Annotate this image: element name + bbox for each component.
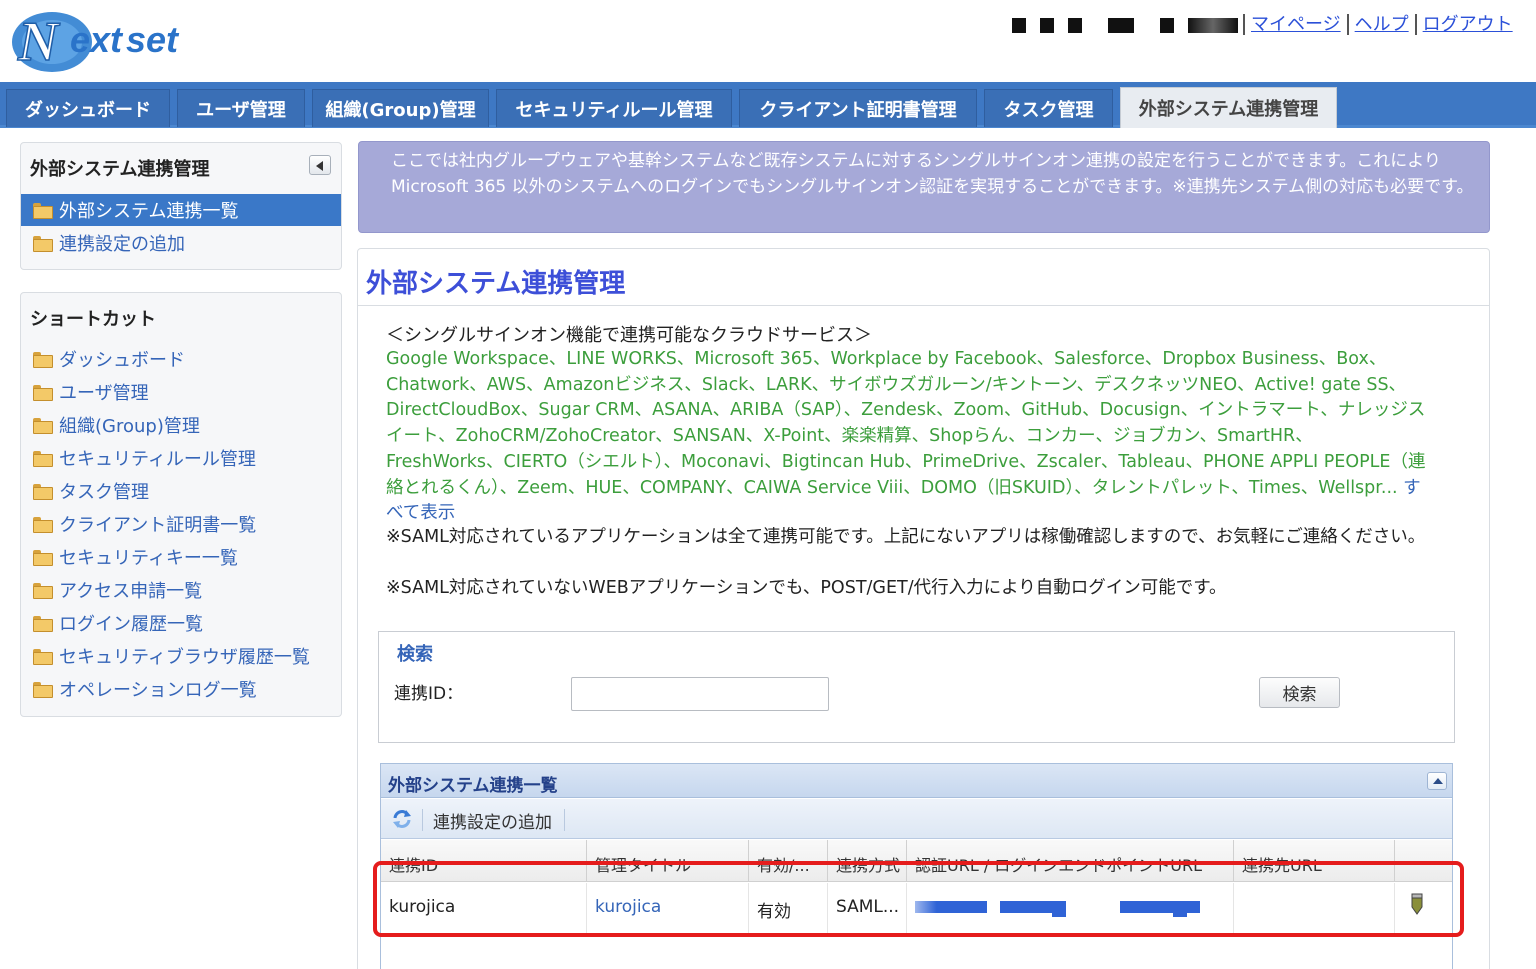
svg-text:ext: ext xyxy=(70,19,124,60)
logout-link[interactable]: ログアウト xyxy=(1414,14,1519,35)
folder-icon xyxy=(33,352,53,368)
grid-toolbar: 連携設定の追加 xyxy=(381,799,1452,839)
shortcut-label: クライアント証明書一覧 xyxy=(59,515,257,536)
folder-icon xyxy=(33,583,53,599)
shortcut-security-keys[interactable]: セキュリティキー一覧 xyxy=(21,541,341,573)
tab-user-management[interactable]: ユーザ管理 xyxy=(177,89,305,127)
grid-title: 外部システム連携一覧 xyxy=(388,776,558,796)
toolbar-separator xyxy=(564,809,565,831)
shortcut-login-history[interactable]: ログイン履歴一覧 xyxy=(21,607,341,639)
folder-icon xyxy=(33,236,53,252)
folder-icon xyxy=(33,616,53,632)
title-divider xyxy=(358,305,1489,306)
header: N ext set マイページ ヘルプ ログアウト xyxy=(0,0,1536,82)
refresh-icon[interactable] xyxy=(391,808,413,830)
sidebar-item-label: 連携設定の追加 xyxy=(59,234,185,255)
header-links: マイページ ヘルプ ログアウト xyxy=(1243,10,1519,36)
shortcut-access-requests[interactable]: アクセス申請一覧 xyxy=(21,574,341,606)
tab-external-systems[interactable]: 外部システム連携管理 xyxy=(1120,87,1337,128)
shortcut-client-certificates[interactable]: クライアント証明書一覧 xyxy=(21,508,341,540)
add-setting-button[interactable]: 連携設定の追加 xyxy=(433,808,552,833)
shortcut-label: セキュリティキー一覧 xyxy=(59,548,238,569)
nextset-logo[interactable]: N ext set xyxy=(8,6,188,74)
search-button[interactable]: 検索 xyxy=(1259,677,1340,708)
services-list: Google Workspace、LINE WORKS、Microsoft 36… xyxy=(386,347,1426,527)
shortcut-label: アクセス申請一覧 xyxy=(59,581,203,602)
highlight-annotation xyxy=(373,861,1464,937)
shortcut-security-rules[interactable]: セキュリティルール管理 xyxy=(21,442,341,474)
collapse-sidebar-button[interactable] xyxy=(309,155,331,175)
open-folder-icon xyxy=(33,203,53,219)
folder-icon xyxy=(33,517,53,533)
folder-icon xyxy=(33,385,53,401)
link-id-input[interactable] xyxy=(571,677,829,711)
shortcut-user-management[interactable]: ユーザ管理 xyxy=(21,376,341,408)
shortcut-label: セキュリティブラウザ履歴一覧 xyxy=(59,647,310,668)
tab-dashboard[interactable]: ダッシュボード xyxy=(6,89,170,127)
shortcut-secure-browser-history[interactable]: セキュリティブラウザ履歴一覧 xyxy=(21,640,341,672)
shortcut-group-management[interactable]: 組織(Group)管理 xyxy=(21,409,341,441)
shortcut-label: ログイン履歴一覧 xyxy=(59,614,203,635)
sidebar-item-external-list[interactable]: 外部システム連携一覧 xyxy=(21,194,341,226)
mypage-link[interactable]: マイページ xyxy=(1243,14,1347,35)
shortcut-dashboard[interactable]: ダッシュボード xyxy=(21,343,341,375)
search-panel: 検索 連携ID： 検索 xyxy=(378,631,1455,743)
folder-icon xyxy=(33,550,53,566)
services-list-text: Google Workspace、LINE WORKS、Microsoft 36… xyxy=(386,349,1426,498)
collapse-grid-button[interactable] xyxy=(1427,772,1447,790)
folder-icon xyxy=(33,649,53,665)
services-heading: ＜シングルサインオン機能で連携可能なクラウドサービス＞ xyxy=(386,325,872,346)
tab-client-certificates[interactable]: クライアント証明書管理 xyxy=(739,89,977,127)
tab-group-management[interactable]: 組織(Group)管理 xyxy=(312,89,489,127)
sidebar-item-label: 外部システム連携一覧 xyxy=(59,201,239,222)
shortcut-panel: ショートカット ダッシュボード ユーザ管理 組織(Group)管理 セキュリティ… xyxy=(20,292,342,717)
toolbar-separator xyxy=(422,809,423,831)
folder-icon xyxy=(33,418,53,434)
saml-note: ※SAML対応されているアプリケーションは全て連携可能です。上記にないアプリは稼… xyxy=(386,527,1426,547)
shortcut-title: ショートカット xyxy=(30,309,156,330)
shortcut-label: ダッシュボード xyxy=(59,350,185,371)
shortcut-label: セキュリティルール管理 xyxy=(59,449,256,470)
shortcut-label: オペレーションログ一覧 xyxy=(59,680,257,701)
link-id-label: 連携ID： xyxy=(394,684,464,704)
info-banner: ここでは社内グループウェアや基幹システムなど既存システムに対するシングルサインオ… xyxy=(358,141,1490,233)
search-title: 検索 xyxy=(397,644,433,665)
non-saml-note: ※SAML対応されていないWEBアプリケーションでも、POST/GET/代行入力… xyxy=(386,578,1227,598)
tab-task-management[interactable]: タスク管理 xyxy=(984,89,1113,127)
shortcut-label: ユーザ管理 xyxy=(59,383,149,404)
folder-icon xyxy=(33,682,53,698)
grid-title-bar: 外部システム連携一覧 xyxy=(381,764,1452,798)
main-nav: ダッシュボード ユーザ管理 組織(Group)管理 セキュリティルール管理 クラ… xyxy=(0,82,1536,128)
sidebar-section: 外部システム連携管理 外部システム連携一覧 連携設定の追加 xyxy=(20,142,342,270)
shortcut-task-management[interactable]: タスク管理 xyxy=(21,475,341,507)
shortcut-operation-log[interactable]: オペレーションログ一覧 xyxy=(21,673,341,705)
shortcut-label: タスク管理 xyxy=(59,482,149,503)
sidebar-item-add-setting[interactable]: 連携設定の追加 xyxy=(21,227,341,259)
svg-text:N: N xyxy=(17,11,61,73)
svg-text:set: set xyxy=(126,19,180,60)
page-title: 外部システム連携管理 xyxy=(366,269,626,299)
shortcut-label: 組織(Group)管理 xyxy=(59,416,200,437)
tab-security-rules[interactable]: セキュリティルール管理 xyxy=(496,89,732,127)
folder-icon xyxy=(33,484,53,500)
sidebar-section-title: 外部システム連携管理 xyxy=(30,159,210,180)
help-link[interactable]: ヘルプ xyxy=(1346,14,1415,35)
folder-icon xyxy=(33,451,53,467)
